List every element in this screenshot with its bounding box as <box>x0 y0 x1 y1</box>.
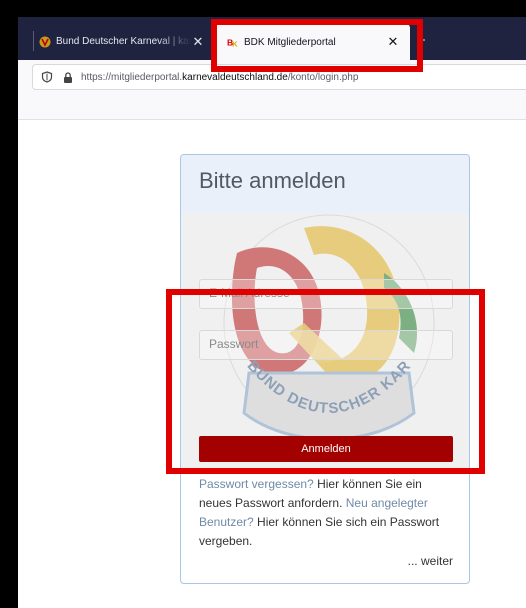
forgot-password-link[interactable]: Passwort vergessen? <box>199 477 314 491</box>
tab-separator <box>33 31 34 51</box>
tab-title: Bund Deutscher Karneval | karneval <box>56 36 191 47</box>
login-card-header: Bitte anmelden <box>181 155 469 213</box>
login-help-text: Passwort vergessen? Hier können Sie ein … <box>199 475 457 551</box>
url-domain: karnevaldeutschland.de <box>182 71 288 83</box>
url-path: /konto/login.php <box>287 71 359 83</box>
highlight-box-form <box>166 289 485 474</box>
shield-icon[interactable] <box>41 71 53 83</box>
tab-bdk-website[interactable]: Bund Deutscher Karneval | karneval ✕ <box>33 23 215 60</box>
bookmarks-toolbar <box>18 96 526 120</box>
more-link[interactable]: ... weiter <box>408 554 453 568</box>
close-tab-icon[interactable]: ✕ <box>191 34 205 50</box>
bdk-favicon-icon <box>39 36 51 47</box>
highlight-box-tab <box>211 19 423 72</box>
lock-icon[interactable] <box>63 71 73 83</box>
url-prefix: https://mitgliederportal. <box>81 71 183 83</box>
login-title: Bitte anmelden <box>199 168 346 193</box>
